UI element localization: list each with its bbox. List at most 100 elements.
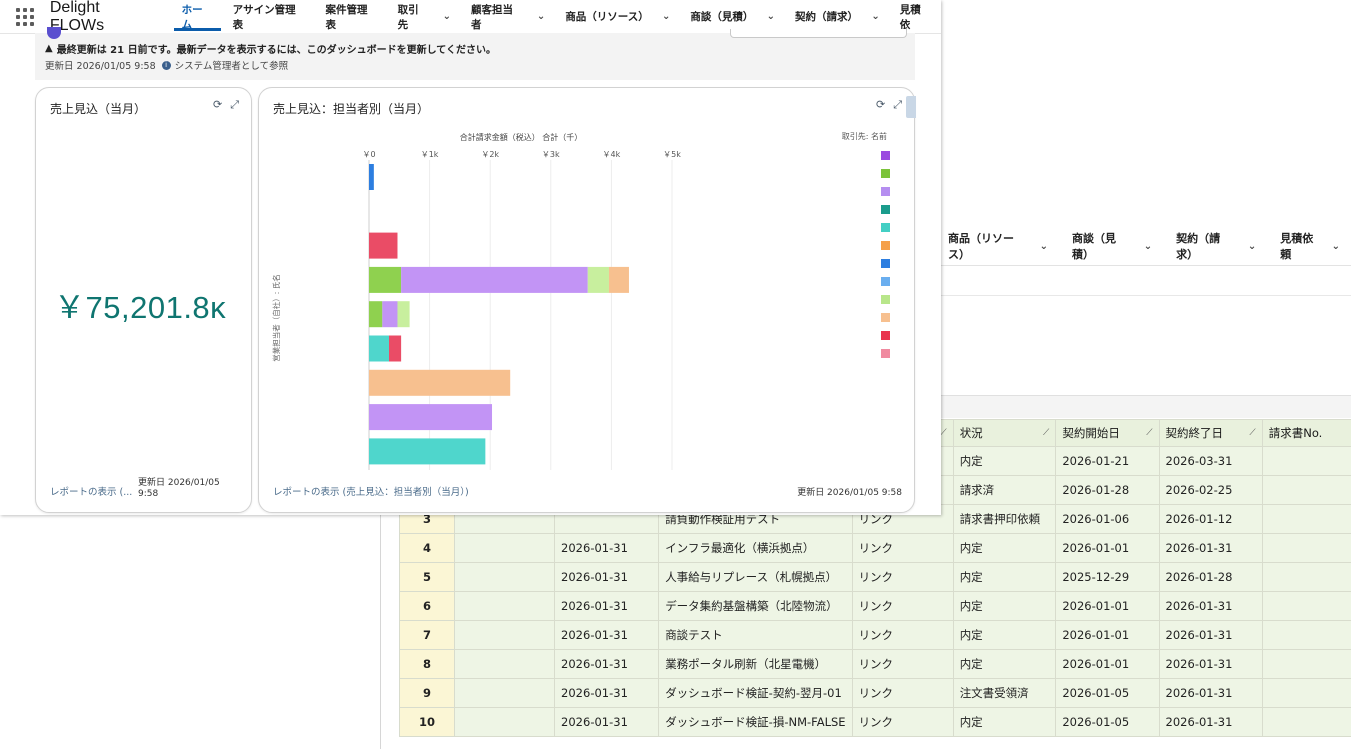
table-cell-link[interactable]: リンク bbox=[851, 591, 954, 621]
back-nav-contracts[interactable]: 契約（請求） ⌄ bbox=[1164, 230, 1268, 262]
nav-item[interactable]: アサイン管理表 bbox=[223, 0, 316, 33]
app-name: Delight FLOWs bbox=[49, 0, 105, 34]
nav-item[interactable]: 顧客担当者 ⌄ bbox=[461, 0, 555, 33]
updated-at: 更新日 2026/01/05 9:58 bbox=[45, 61, 156, 72]
bar-segment bbox=[382, 301, 398, 328]
column-header-label: 契約終了日 bbox=[1165, 426, 1224, 440]
chevron-down-icon[interactable]: ⌄ bbox=[443, 11, 451, 22]
table-cell-end: 2026-01-12 bbox=[1158, 504, 1263, 534]
table-cell-c2 bbox=[454, 562, 556, 592]
resize-icon[interactable]: ⟋ bbox=[1249, 428, 1255, 438]
back-nav-label: 商品（リソース） bbox=[948, 232, 1014, 261]
table-cell-no: 5 bbox=[398, 562, 456, 592]
bar-segment bbox=[388, 335, 402, 362]
nav-item[interactable]: 案件管理表 bbox=[316, 0, 388, 33]
table-cell-end: 2026-01-31 bbox=[1158, 707, 1263, 737]
table-cell-start: 2026-01-28 bbox=[1055, 475, 1160, 505]
chevron-down-icon[interactable]: ⌄ bbox=[871, 11, 879, 22]
nav-item-label: 商品（リソース） bbox=[565, 11, 649, 23]
chevron-down-icon: ⌄ bbox=[1247, 240, 1257, 252]
y-axis-label: 営業担当者（自社）: 氏名 bbox=[271, 274, 281, 361]
table-cell-invoice bbox=[1261, 591, 1351, 621]
table-row[interactable]: 10 2026-01-31 ダッシュボード検証-損-NM-FALSE リンク 内定 202… bbox=[398, 707, 1351, 737]
table-cell-link[interactable]: リンク bbox=[851, 533, 954, 563]
resize-icon[interactable]: ⟋ bbox=[1146, 428, 1152, 438]
nav-item[interactable]: 商品（リソース） ⌄ bbox=[555, 0, 680, 33]
metric-value: ￥75,201.8ĸ bbox=[54, 290, 227, 325]
legend-swatch bbox=[881, 259, 890, 268]
card-title: 売上見込（当月） bbox=[50, 102, 147, 116]
legend-swatch bbox=[881, 241, 890, 250]
column-header-start-date[interactable]: 契約開始日 ⟋ bbox=[1055, 419, 1160, 447]
table-cell-link[interactable]: リンク bbox=[851, 678, 954, 708]
table-row[interactable]: 9 2026-01-31 ダッシュボード検証-契約-翌月-01 リンク 注文書受領済 20… bbox=[398, 678, 1351, 708]
expand-icon[interactable]: ⤢ bbox=[230, 98, 239, 112]
bar-segment bbox=[369, 164, 374, 190]
table-cell-start: 2026-01-01 bbox=[1055, 591, 1160, 621]
table-cell-end: 2026-01-31 bbox=[1158, 591, 1263, 621]
table-cell-date: 2026-01-31 bbox=[554, 620, 660, 650]
table-cell-invoice bbox=[1261, 562, 1351, 592]
back-nav-quote-requests[interactable]: 見積依頼 ⌄ bbox=[1268, 230, 1351, 262]
table-cell-link[interactable]: リンク bbox=[851, 649, 954, 679]
table-row[interactable]: 8 2026-01-31 業務ポータル刷新（北星電機） リンク 内定 2026-01-01… bbox=[398, 649, 1351, 679]
resize-icon[interactable]: ⟋ bbox=[940, 428, 946, 438]
table-row[interactable]: 4 2026-01-31 インフラ最適化（横浜拠点） リンク 内定 2026-01-01 2… bbox=[398, 533, 1351, 563]
table-cell-date: 2026-01-31 bbox=[554, 707, 660, 737]
table-cell-c2 bbox=[454, 591, 556, 621]
nav-item[interactable]: ホーム bbox=[172, 0, 223, 33]
dashboard-icon bbox=[47, 27, 61, 39]
x-tick-label: ￥5k bbox=[663, 150, 681, 159]
back-nav-products[interactable]: 商品（リソース） ⌄ bbox=[936, 230, 1060, 262]
dashboard-window: Delight FLOWs ホーム アサイン管理表 案件管理表 取引先 ⌄ 顧客担当者 ⌄ 商… bbox=[0, 0, 941, 515]
back-nav-label: 契約（請求） bbox=[1176, 232, 1221, 261]
view-report-link[interactable]: レポートの表示 (... bbox=[50, 484, 132, 498]
table-cell-date: 2026-01-31 bbox=[554, 678, 660, 708]
table-cell-name: 人事給与リプレース（札幌拠点） bbox=[658, 562, 853, 592]
bar-segment bbox=[369, 266, 402, 293]
header-button-group[interactable] bbox=[730, 29, 907, 38]
table-cell-c2 bbox=[454, 620, 556, 650]
chevron-down-icon[interactable]: ⌄ bbox=[767, 11, 775, 22]
table-cell-status: 内定 bbox=[952, 533, 1057, 563]
table-cell-invoice bbox=[1261, 649, 1351, 679]
table-row[interactable]: 6 2026-01-31 データ集約基盤構築（北陸物流） リンク 内定 2026-01-0… bbox=[398, 591, 1351, 621]
table-row[interactable]: 7 2026-01-31 商談テスト リンク 内定 2026-01-01 2026-01-3… bbox=[398, 620, 1351, 650]
column-header-invoice-no[interactable]: 請求書No. bbox=[1261, 419, 1351, 447]
table-cell-no: 4 bbox=[398, 533, 456, 563]
legend-swatch bbox=[881, 205, 890, 214]
table-cell-link[interactable]: リンク bbox=[851, 707, 954, 737]
table-cell-end: 2026-01-31 bbox=[1158, 620, 1263, 650]
resize-icon[interactable]: ⟋ bbox=[1043, 428, 1049, 438]
warning-icon: ▲ bbox=[45, 43, 53, 54]
bar-segment bbox=[369, 369, 511, 396]
table-cell-status: 内定 bbox=[952, 707, 1057, 737]
table-cell-status: 内定 bbox=[952, 649, 1057, 679]
legend-swatch bbox=[881, 151, 890, 160]
table-cell-link[interactable]: リンク bbox=[851, 620, 954, 650]
table-cell-no: 7 bbox=[398, 620, 456, 650]
table-cell-end: 2026-03-31 bbox=[1158, 446, 1263, 476]
table-row[interactable]: 5 2026-01-31 人事給与リプレース（札幌拠点） リンク 内定 2025-12-2… bbox=[398, 562, 1351, 592]
table-cell-date: 2026-01-31 bbox=[554, 591, 660, 621]
nav-item[interactable]: 取引先 ⌄ bbox=[388, 0, 461, 33]
bar-segment bbox=[608, 266, 629, 293]
table-cell-name: 業務ポータル刷新（北星電機） bbox=[658, 649, 853, 679]
warning-text: 最終更新は 21 日前です。最新データを表示するには、このダッシュボードを更新し… bbox=[56, 45, 496, 56]
refresh-warning: ▲ 最終更新は 21 日前です。最新データを表示するには、このダッシュボードを更… bbox=[45, 41, 496, 56]
app-launcher-icon[interactable] bbox=[14, 6, 36, 28]
chevron-down-icon[interactable]: ⌄ bbox=[537, 11, 545, 22]
column-header-status[interactable]: 状況 ⟋ bbox=[952, 419, 1057, 447]
table-cell-no: 6 bbox=[398, 591, 456, 621]
info-icon[interactable]: i bbox=[161, 60, 171, 70]
table-cell-invoice bbox=[1261, 446, 1351, 476]
card-actions: ⟳ ⤢ bbox=[213, 98, 239, 112]
column-header-end-date[interactable]: 契約終了日 ⟋ bbox=[1158, 419, 1263, 447]
view-report-link[interactable]: レポートの表示 (売上見込：担当者別（当月）) bbox=[273, 484, 469, 498]
chevron-down-icon[interactable]: ⌄ bbox=[662, 11, 670, 22]
refresh-icon[interactable]: ⟳ bbox=[213, 98, 222, 112]
back-nav-label: 見積依頼 bbox=[1280, 232, 1314, 261]
table-cell-link[interactable]: リンク bbox=[851, 562, 954, 592]
back-nav-opportunities[interactable]: 商談（見積） ⌄ bbox=[1060, 230, 1164, 262]
table-cell-invoice bbox=[1261, 475, 1351, 505]
